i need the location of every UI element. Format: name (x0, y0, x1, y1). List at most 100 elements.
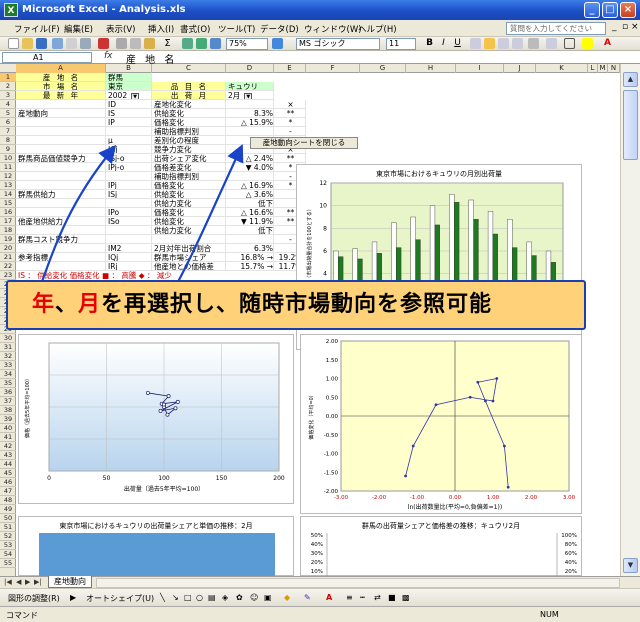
menu-data[interactable]: データ(D) (260, 23, 299, 35)
row-header[interactable]: 32 (0, 352, 16, 361)
row-header[interactable]: 42 (0, 442, 16, 451)
merge-center-icon[interactable] (512, 38, 523, 49)
row-header[interactable]: 43 (0, 451, 16, 460)
row-header[interactable]: 10 (0, 154, 16, 163)
sort-icon[interactable] (182, 38, 193, 49)
row-header[interactable]: 46 (0, 478, 16, 487)
row-header[interactable]: 50 (0, 514, 16, 523)
table-code-cell[interactable] (106, 226, 152, 235)
table-mark-cell[interactable]: - (274, 127, 306, 136)
spelling-icon[interactable] (98, 38, 109, 49)
table-value-cell[interactable]: △ 16.9% (226, 181, 274, 190)
vertical-scrollbar[interactable]: ▲ ▼ (620, 64, 640, 576)
menu-window[interactable]: ウィンドウ(W) (304, 23, 362, 35)
font-select[interactable]: MS ゴシック (296, 38, 380, 50)
table-name-cell[interactable]: 供給力変化 (152, 226, 226, 235)
table-code-cell[interactable]: IS (106, 109, 152, 118)
table-code-cell[interactable]: μ (106, 136, 152, 145)
zoom-select[interactable]: 75% (226, 38, 268, 50)
table-name-cell[interactable]: 価格変化 (152, 181, 226, 190)
fx-icon[interactable]: fx (104, 51, 113, 61)
row-header[interactable]: 11 (0, 163, 16, 172)
table-name-cell[interactable]: 2月対年出荷割合 (152, 244, 226, 253)
menu-help[interactable]: ヘルプ(H) (358, 23, 397, 35)
table-name-cell[interactable]: 価格変化 (152, 208, 226, 217)
cell-c3[interactable]: 出 荷 月 (152, 91, 226, 100)
row-header[interactable]: 45 (0, 469, 16, 478)
row-header[interactable]: 17 (0, 217, 16, 226)
menu-view[interactable]: 表示(V) (106, 23, 135, 35)
row-header[interactable]: 40 (0, 424, 16, 433)
table-category-cell[interactable] (16, 181, 106, 190)
table-code-cell[interactable]: IM2 (106, 244, 152, 253)
close-window-button[interactable]: × (620, 2, 636, 18)
row-header[interactable]: 13 (0, 181, 16, 190)
font-color-icon[interactable]: A (602, 38, 613, 49)
cell-a2[interactable]: 市 場 名 (16, 82, 106, 91)
table-name-cell[interactable] (152, 235, 226, 244)
cell-a1[interactable]: 産 地 名 (16, 73, 106, 82)
table-value-cell[interactable] (226, 100, 274, 109)
row-header[interactable]: 22 (0, 262, 16, 271)
table-name-cell[interactable]: 供給変化 (152, 217, 226, 226)
diagram-icon[interactable]: ✿ (236, 593, 243, 602)
wordart-icon[interactable]: ◈ (222, 593, 228, 602)
row-header[interactable]: 31 (0, 343, 16, 352)
menu-tools[interactable]: ツール(T) (218, 23, 255, 35)
textbox-tool-icon[interactable]: ▤ (208, 593, 216, 602)
underline-icon[interactable]: U (452, 38, 463, 49)
cell-a23[interactable]: IS ： 供給変化 価格変化 ■ ： 高騰 ◆ ： 減少 (16, 271, 316, 280)
align-center-icon[interactable] (484, 38, 495, 49)
table-code-cell[interactable] (106, 235, 152, 244)
table-category-cell[interactable] (16, 172, 106, 181)
table-category-cell[interactable] (16, 100, 106, 109)
row-header[interactable]: 16 (0, 208, 16, 217)
row-header[interactable]: 30 (0, 334, 16, 343)
table-value-cell[interactable]: ▼ 11.9% (226, 217, 274, 226)
doc-restore-button[interactable]: ▫ (622, 22, 628, 32)
table-code-cell[interactable]: ICj (106, 145, 152, 154)
cell-b1[interactable]: 群馬 (106, 73, 152, 82)
menu-edit[interactable]: 編集(E) (64, 23, 93, 35)
cell-b3[interactable]: 2002 ▼ (106, 91, 152, 100)
print-icon[interactable] (66, 38, 77, 49)
col-header-g[interactable]: G (360, 64, 406, 73)
table-category-cell[interactable] (16, 136, 106, 145)
drawing-icon[interactable] (210, 38, 221, 49)
next-sheet-icon[interactable]: ▶ (25, 578, 30, 586)
help-icon[interactable] (272, 38, 283, 49)
row-header[interactable]: 20 (0, 244, 16, 253)
row-header[interactable]: 39 (0, 415, 16, 424)
line-color-icon[interactable]: ✎ (304, 593, 311, 602)
col-header-j[interactable]: J (504, 64, 536, 73)
cell-c2[interactable]: 品 目 名 (152, 82, 226, 91)
picture-icon[interactable]: ▣ (264, 593, 272, 602)
row-header[interactable]: 44 (0, 460, 16, 469)
table-code-cell[interactable]: ISj (106, 190, 152, 199)
table-value-cell[interactable] (226, 235, 274, 244)
row-header[interactable]: 7 (0, 127, 16, 136)
table-value-cell[interactable]: 15.7% → (226, 262, 274, 271)
col-header-k[interactable]: K (536, 64, 588, 73)
table-mark-cell[interactable]: ** (274, 109, 306, 118)
table-code-cell[interactable]: ID (106, 100, 152, 109)
row-header[interactable]: 4 (0, 100, 16, 109)
row-header[interactable]: 54 (0, 550, 16, 559)
table-category-cell[interactable]: 群馬供給力 (16, 190, 106, 199)
table-category-cell[interactable] (16, 208, 106, 217)
row-header[interactable]: 15 (0, 199, 16, 208)
row-header[interactable]: 36 (0, 388, 16, 397)
row-header[interactable]: 6 (0, 118, 16, 127)
oval-tool-icon[interactable]: ○ (196, 593, 203, 602)
table-value-cell[interactable]: △ 2.4% (226, 154, 274, 163)
table-code-cell[interactable]: IRj (106, 262, 152, 271)
fill-bucket-icon[interactable]: ◆ (284, 593, 290, 602)
month-dropdown-icon[interactable]: ▼ (244, 92, 253, 99)
new-icon[interactable] (8, 38, 19, 49)
close-sheet-button[interactable]: 産地動向シートを閉じる (250, 137, 358, 149)
first-sheet-icon[interactable]: |◀ (4, 578, 12, 586)
row-header[interactable]: 35 (0, 379, 16, 388)
table-code-cell[interactable] (106, 172, 152, 181)
table-value-cell[interactable]: 6.3% (226, 244, 274, 253)
row-header[interactable]: 53 (0, 541, 16, 550)
